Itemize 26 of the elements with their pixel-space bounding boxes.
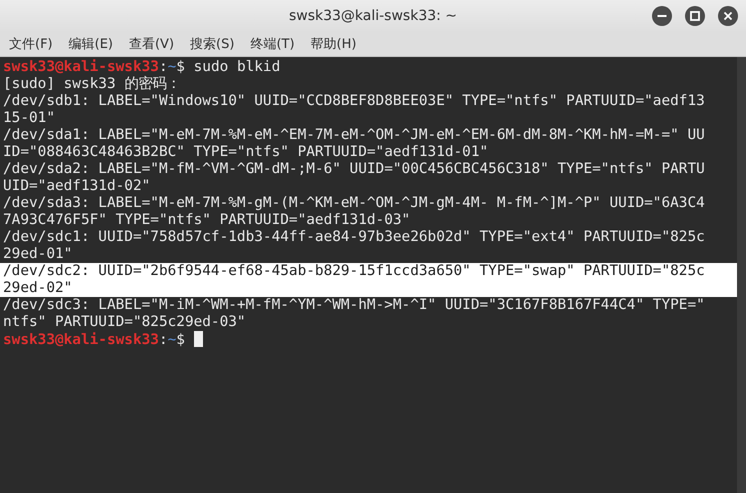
menu-item[interactable]: 文件(F) [4,35,58,53]
terminal-line: [sudo] swsk33 的密码： [2,76,182,93]
maximize-icon[interactable] [685,6,705,26]
terminal-line: UID="aedf131d-02" [2,178,152,195]
terminal-line: 29ed-01" [2,246,74,263]
menu-item[interactable]: 终端(T) [245,35,300,53]
menu-item[interactable]: 编辑(E) [64,35,118,53]
terminal-line: swsk33@kali-swsk33:~$ sudo blkid [2,59,282,76]
terminal-line: /dev/sda3: LABEL="M-eM-7M-%M-gM-(M-^KM-eM-^OM-^JM-gM-4M- M-fM-^]M-^P" UUID="6A3C4 [2,195,706,212]
minimize-icon[interactable] [652,6,672,26]
scrollbar[interactable] [737,57,746,493]
menu-item[interactable]: 查看(V) [124,35,180,53]
terminal-line: ntfs" PARTUUID="825c29ed-03" [2,314,247,331]
menu-item[interactable]: 搜索(S) [185,35,240,53]
terminal-line: /dev/sdb1: LABEL="Windows10" UUID="CCD8BEF8D8BEE03E" TYPE="ntfs" PARTUUID="aedf13 [2,93,706,110]
terminal-line: /dev/sdc3: LABEL="M-iM-^WM-+M-fM-^YM-^WM-hM->M-^I" UUID="3C167F8B167F44C4" TYPE=" [2,297,706,314]
window-title: swsk33@kali-swsk33: ~ [288,8,458,24]
close-icon[interactable] [718,6,738,26]
terminal-line: 15-01" [2,110,56,127]
terminal-line: /dev/sda2: LABEL="M-fM-^VM-^GM-dM-;M-6" UUID="00C456CBC456C318" TYPE="ntfs" PARTU [2,161,706,178]
terminal-line: 7A93C476F5F" TYPE="ntfs" PARTUUID="aedf131d-03" [2,212,412,229]
terminal-line: /dev/sdc1: UUID="758d57cf-1db3-44ff-ae84-97b3ee26b02d" TYPE="ext4" PARTUUID="825c [2,229,706,246]
terminal-line: swsk33@kali-swsk33:~$ [0,331,737,348]
menu-item[interactable]: 帮助(H) [306,35,362,53]
terminal-line: /dev/sda1: LABEL="M-eM-7M-%M-eM-^EM-7M-eM-^OM-^JM-eM-^EM-6M-dM-8M-^KM-hM-=M-=" UU [2,127,706,144]
terminal-line: ID="088463C48463B2BC" TYPE="ntfs" PARTUUID="aedf131d-01" [2,144,490,161]
